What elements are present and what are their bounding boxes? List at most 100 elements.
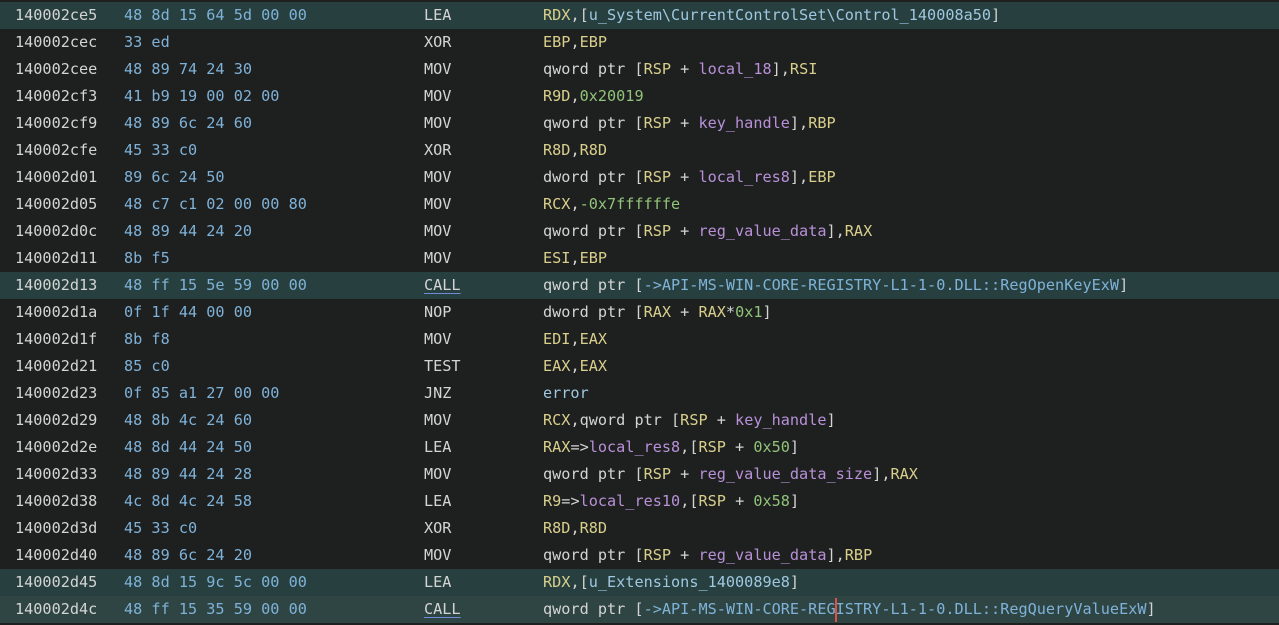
- label-link[interactable]: u_System\CurrentControlSet\Control_14000…: [589, 6, 991, 24]
- listing-row[interactable]: 140002d38 4c 8d 4c 24 58 LEA R9=>local_res1…: [0, 488, 1279, 515]
- instruction-operands[interactable]: qword ptr [->API-MS-WIN-CORE-REGISTRY-L1…: [543, 596, 1156, 623]
- listing-row[interactable]: 140002d0c 48 89 44 24 20 MOV qword ptr [RSP…: [0, 218, 1279, 245]
- instruction-mnemonic[interactable]: LEA: [424, 434, 451, 461]
- instruction-mnemonic[interactable]: CALL: [424, 596, 461, 623]
- register-operand[interactable]: RAX: [698, 303, 725, 321]
- register-operand[interactable]: RSI: [790, 60, 817, 78]
- instruction-address[interactable]: 140002d1f: [15, 326, 97, 353]
- instruction-mnemonic[interactable]: MOV: [424, 542, 451, 569]
- listing-row[interactable]: 140002d2e 48 8d 44 24 50 LEA RAX=>local_res…: [0, 434, 1279, 461]
- register-operand[interactable]: RAX: [891, 465, 918, 483]
- register-operand[interactable]: RSP: [680, 411, 707, 429]
- instruction-mnemonic[interactable]: MOV: [424, 164, 451, 191]
- register-operand[interactable]: R9D: [543, 87, 570, 105]
- instruction-mnemonic[interactable]: MOV: [424, 191, 451, 218]
- register-operand[interactable]: R8D: [580, 519, 607, 537]
- listing-row[interactable]: 140002cf9 48 89 6c 24 60 MOV qword ptr [RSP…: [0, 110, 1279, 137]
- instruction-address[interactable]: 140002d45: [15, 569, 97, 596]
- instruction-mnemonic[interactable]: XOR: [424, 137, 451, 164]
- instruction-operands[interactable]: EDI,EAX: [543, 326, 607, 353]
- register-operand[interactable]: RSP: [644, 222, 671, 240]
- instruction-address[interactable]: 140002d11: [15, 245, 97, 272]
- listing-row[interactable]: 140002d01 89 6c 24 50 MOV dword ptr [RSP + …: [0, 164, 1279, 191]
- instruction-address[interactable]: 140002d0c: [15, 218, 97, 245]
- register-operand[interactable]: EBP: [580, 249, 607, 267]
- disassembly-listing[interactable]: 140002ce5 48 8d 15 64 5d 00 00 LEA RDX,[u_S…: [0, 0, 1279, 625]
- register-operand[interactable]: RAX: [543, 438, 570, 456]
- instruction-mnemonic[interactable]: MOV: [424, 218, 451, 245]
- listing-row[interactable]: 140002cec 33 ed XOR EBP,EBP: [0, 29, 1279, 56]
- listing-row[interactable]: 140002d13 48 ff 15 5e 59 00 00 CALL qword p…: [0, 272, 1279, 299]
- instruction-operands[interactable]: RAX=>local_res8,[RSP + 0x50]: [543, 434, 799, 461]
- register-operand[interactable]: RSP: [644, 168, 671, 186]
- instruction-address[interactable]: 140002d40: [15, 542, 97, 569]
- stack-variable-link[interactable]: key_handle: [698, 114, 789, 132]
- instruction-operands[interactable]: qword ptr [RSP + reg_value_data],RAX: [543, 218, 872, 245]
- instruction-operands[interactable]: dword ptr [RAX + RAX*0x1]: [543, 299, 772, 326]
- register-operand[interactable]: RAX: [644, 303, 671, 321]
- instruction-address[interactable]: 140002d23: [15, 380, 97, 407]
- instruction-mnemonic[interactable]: TEST: [424, 353, 461, 380]
- register-operand[interactable]: R8D: [543, 141, 570, 159]
- stack-variable-link[interactable]: local_res8: [589, 438, 680, 456]
- register-operand[interactable]: RSP: [698, 492, 725, 510]
- listing-row[interactable]: 140002d4c 48 ff 15 35 59 00 00 CALL qword p…: [0, 596, 1279, 623]
- stack-variable-link[interactable]: reg_value_data_size: [698, 465, 872, 483]
- instruction-operands[interactable]: EAX,EAX: [543, 353, 607, 380]
- instruction-operands[interactable]: RDX,[u_Extensions_1400089e8]: [543, 569, 799, 596]
- label-link[interactable]: error: [543, 384, 589, 402]
- register-operand[interactable]: R8D: [543, 519, 570, 537]
- instruction-address[interactable]: 140002d29: [15, 407, 97, 434]
- instruction-operands[interactable]: R8D,R8D: [543, 515, 607, 542]
- register-operand[interactable]: RSP: [698, 438, 725, 456]
- instruction-mnemonic[interactable]: MOV: [424, 110, 451, 137]
- register-operand[interactable]: RBP: [845, 546, 872, 564]
- listing-row[interactable]: 140002d11 8b f5 MOV ESI,EBP: [0, 245, 1279, 272]
- instruction-mnemonic[interactable]: MOV: [424, 407, 451, 434]
- register-operand[interactable]: RCX: [543, 195, 570, 213]
- instruction-address[interactable]: 140002cf9: [15, 110, 97, 137]
- instruction-address[interactable]: 140002cec: [15, 29, 97, 56]
- instruction-address[interactable]: 140002d1a: [15, 299, 97, 326]
- instruction-operands[interactable]: EBP,EBP: [543, 29, 607, 56]
- instruction-address[interactable]: 140002d33: [15, 461, 97, 488]
- register-operand[interactable]: R8D: [580, 141, 607, 159]
- instruction-operands[interactable]: RCX,qword ptr [RSP + key_handle]: [543, 407, 836, 434]
- register-operand[interactable]: RDX: [543, 6, 570, 24]
- listing-row[interactable]: 140002d21 85 c0 TEST EAX,EAX: [0, 353, 1279, 380]
- label-link[interactable]: u_Extensions_1400089e8: [589, 573, 790, 591]
- instruction-mnemonic[interactable]: JNZ: [424, 380, 451, 407]
- register-operand[interactable]: EDI: [543, 330, 570, 348]
- instruction-mnemonic[interactable]: MOV: [424, 461, 451, 488]
- instruction-address[interactable]: 140002d38: [15, 488, 97, 515]
- stack-variable-link[interactable]: key_handle: [735, 411, 826, 429]
- register-operand[interactable]: EBP: [580, 33, 607, 51]
- register-operand[interactable]: RAX: [845, 222, 872, 240]
- instruction-operands[interactable]: R8D,R8D: [543, 137, 607, 164]
- instruction-mnemonic[interactable]: MOV: [424, 245, 451, 272]
- listing-row[interactable]: 140002d45 48 8d 15 9c 5c 00 00 LEA RDX,[u_E…: [0, 569, 1279, 596]
- register-operand[interactable]: R9: [543, 492, 561, 510]
- listing-row[interactable]: 140002d1a 0f 1f 44 00 00 NOP dword ptr [RAX…: [0, 299, 1279, 326]
- register-operand[interactable]: RBP: [808, 114, 835, 132]
- instruction-address[interactable]: 140002d05: [15, 191, 97, 218]
- instruction-address[interactable]: 140002d2e: [15, 434, 97, 461]
- instruction-mnemonic[interactable]: MOV: [424, 56, 451, 83]
- instruction-mnemonic[interactable]: NOP: [424, 299, 451, 326]
- external-function-link[interactable]: ->API-MS-WIN-CORE-REGISTRY-L1-1-0.DLL::R…: [644, 600, 1147, 618]
- listing-row[interactable]: 140002d1f 8b f8 MOV EDI,EAX: [0, 326, 1279, 353]
- instruction-operands[interactable]: qword ptr [RSP + key_handle],RBP: [543, 110, 836, 137]
- register-operand[interactable]: RSP: [644, 546, 671, 564]
- stack-variable-link[interactable]: reg_value_data: [698, 546, 826, 564]
- instruction-operands[interactable]: RCX,-0x7ffffffe: [543, 191, 680, 218]
- listing-row[interactable]: 140002d29 48 8b 4c 24 60 MOV RCX,qword ptr …: [0, 407, 1279, 434]
- instruction-operands[interactable]: dword ptr [RSP + local_res8],EBP: [543, 164, 836, 191]
- instruction-address[interactable]: 140002ce5: [15, 2, 97, 29]
- instruction-mnemonic[interactable]: XOR: [424, 29, 451, 56]
- instruction-mnemonic[interactable]: XOR: [424, 515, 451, 542]
- instruction-address[interactable]: 140002d21: [15, 353, 97, 380]
- instruction-operands[interactable]: R9D,0x20019: [543, 83, 644, 110]
- instruction-address[interactable]: 140002d3d: [15, 515, 97, 542]
- instruction-operands[interactable]: RDX,[u_System\CurrentControlSet\Control_…: [543, 2, 1000, 29]
- stack-variable-link[interactable]: local_18: [698, 60, 771, 78]
